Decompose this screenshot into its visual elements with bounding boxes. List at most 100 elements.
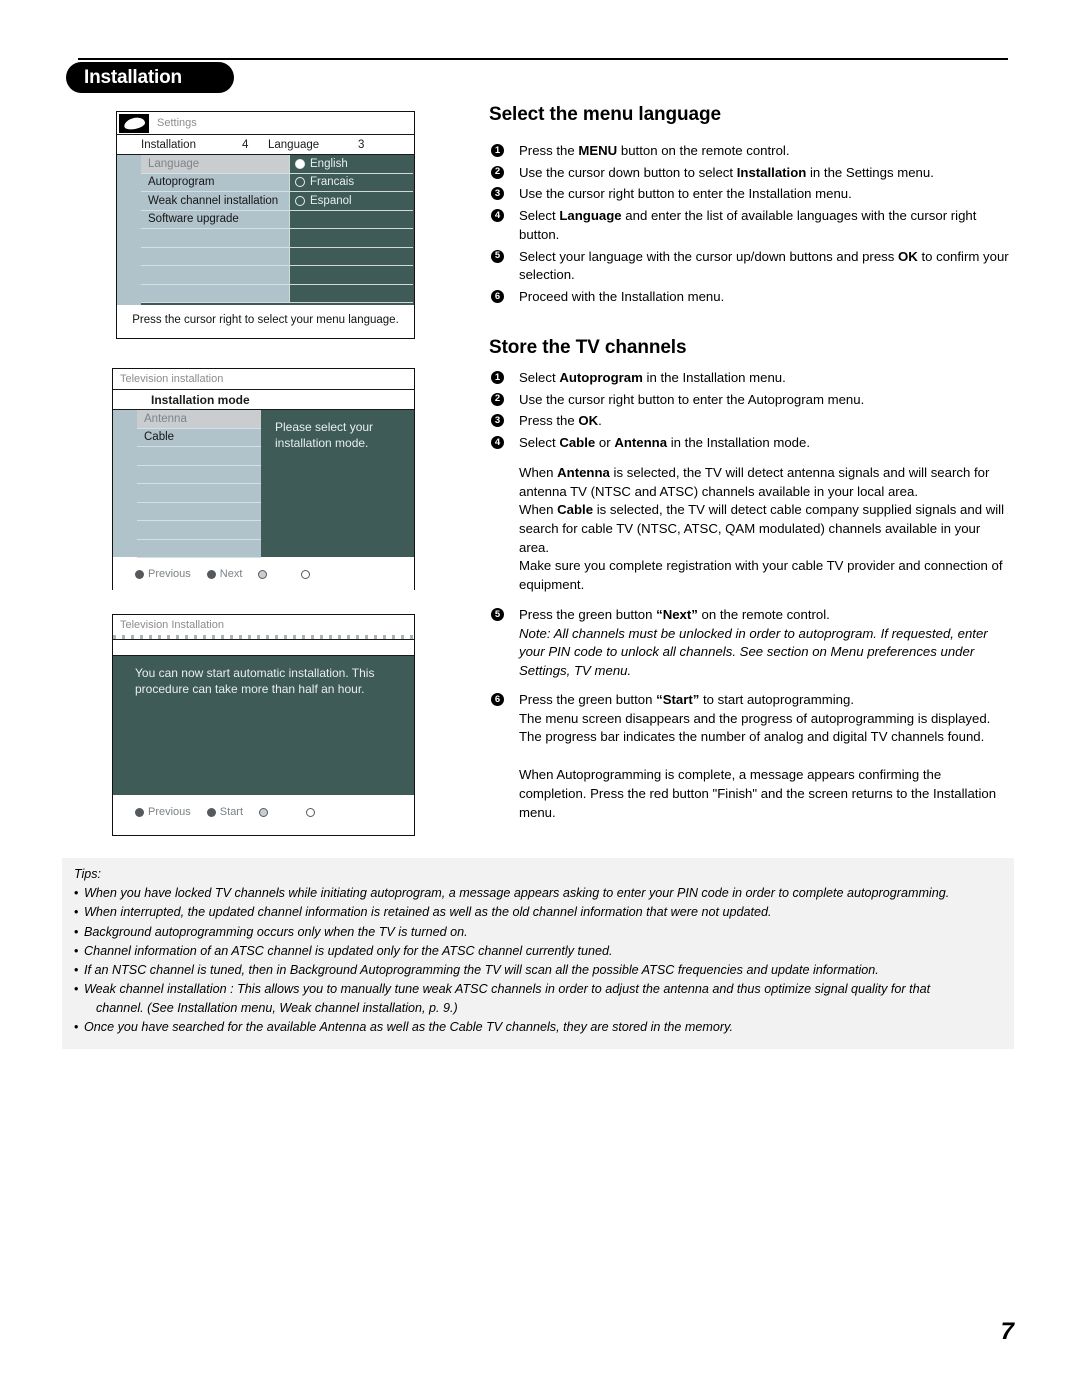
menu-item-empty — [137, 521, 261, 540]
menu-item-cable[interactable]: Cable — [137, 428, 261, 447]
option-row-empty — [289, 247, 413, 266]
option-row-empty — [289, 229, 413, 248]
tip-item-continuation: channel. (See Installation menu, Weak ch… — [96, 1000, 458, 1015]
menu-item-empty — [137, 447, 261, 466]
option-row-empty — [289, 210, 413, 229]
paragraph-complete: When Autoprogramming is complete, a mess… — [519, 767, 997, 820]
step-text: Select Language and enter the list of av… — [519, 208, 977, 242]
step-number-icon: 1 — [491, 370, 504, 384]
option-row-espanol[interactable]: Espanol — [289, 192, 413, 211]
menu-item-language[interactable]: Language — [141, 155, 289, 174]
step-number-icon: 5 — [491, 249, 504, 263]
color-dot-icon — [259, 807, 269, 817]
tip-item: Channel information of an ATSC channel i… — [74, 942, 1004, 961]
option-row-empty — [289, 266, 413, 285]
tv-side-strip — [113, 410, 137, 557]
tv-screenshot-installation-mode: Television installation Installation mod… — [112, 368, 415, 591]
step-number-icon: 3 — [491, 187, 504, 201]
section-title-bar: Installation mode — [113, 389, 414, 410]
tv-screenshot-start-installation: Television Installation You can now star… — [112, 614, 415, 836]
step-item: 5 Press the green button “Next” on the re… — [489, 606, 1009, 681]
menu-item-empty — [141, 266, 289, 285]
step-item: 1 Press the MENU button on the remote con… — [489, 142, 1009, 161]
step-number-icon: 2 — [491, 392, 504, 406]
radio-selected-icon — [295, 158, 305, 169]
step-item: 4 Select Language and enter the list of a… — [489, 207, 1009, 244]
breadcrumb-item-language: Language — [268, 138, 320, 151]
step-text: Proceed with the Installation menu. — [519, 289, 725, 305]
step-text: Press the MENU button on the remote cont… — [519, 143, 790, 158]
menu-item-empty — [141, 284, 289, 303]
philips-shield-icon — [119, 113, 149, 133]
tips-box: Tips: When you have locked TV channels w… — [62, 858, 1014, 1049]
footer-button-next-label: Next — [219, 568, 243, 580]
chapter-tab-label: Installation — [84, 66, 182, 88]
footer-button-next[interactable]: Next — [206, 568, 243, 580]
option-label-francais: Francais — [310, 176, 355, 189]
step-number-icon: 4 — [491, 436, 504, 450]
tv-footer-buttons: Previous Start — [113, 795, 414, 829]
footer-button-four[interactable] — [306, 807, 319, 817]
menu-item-empty — [137, 539, 261, 558]
paragraph-note: Note: All channels must be unlocked in o… — [519, 625, 988, 679]
step-text: Use the cursor right button to enter the… — [519, 186, 852, 202]
color-dot-icon — [306, 807, 316, 817]
installation-menu-list[interactable]: Language Autoprogram Weak channel instal… — [141, 155, 289, 305]
step-item: 2 Use the cursor right button to enter th… — [489, 391, 1009, 410]
breadcrumb-item-installation: Installation — [141, 138, 196, 151]
step-number-icon: 2 — [491, 165, 504, 179]
step-number-icon: 6 — [491, 692, 504, 706]
option-row-english[interactable]: English — [289, 155, 413, 174]
menu-item-autoprogram[interactable]: Autoprogram — [141, 173, 289, 192]
step-text: Select Autoprogram in the Installation m… — [519, 369, 786, 385]
option-row-francais[interactable]: Francais — [289, 173, 413, 192]
menu-item-empty — [137, 502, 261, 521]
footer-button-three[interactable] — [259, 807, 272, 817]
menu-item-empty — [137, 465, 261, 484]
option-label-english: English — [310, 157, 348, 170]
step-item: 3 Use the cursor right button to enter th… — [489, 185, 1009, 204]
step-item: 5 Select your language with the cursor up… — [489, 248, 1009, 285]
menu-item-empty — [137, 484, 261, 503]
header-rule — [78, 58, 1008, 60]
breadcrumb-count-language: 3 — [358, 138, 365, 151]
step-number-icon: 4 — [491, 209, 504, 223]
info-pane: Please select your installation mode. — [261, 410, 414, 557]
tip-item: Background autoprogramming occurs only w… — [74, 923, 1004, 942]
step-text: Press the green button “Next” on the rem… — [519, 606, 830, 622]
footer-button-start[interactable]: Start — [206, 806, 244, 818]
option-row-empty — [289, 284, 413, 303]
footer-button-three[interactable] — [258, 569, 271, 579]
installation-mode-list[interactable]: Antenna Cable — [137, 410, 261, 558]
section-title: Installation mode — [151, 392, 250, 407]
menu-item-empty — [141, 229, 289, 248]
tip-item: When interrupted, the updated channel in… — [74, 903, 1004, 922]
tip-item-text: Weak channel installation : This allows … — [84, 982, 931, 997]
menu-item-antenna[interactable]: Antenna — [137, 410, 261, 429]
step-item: 6 Press the green button “Start” to start… — [489, 691, 1009, 822]
step-item: 6 Proceed with the Installation menu. — [489, 288, 1009, 307]
step-number-icon: 1 — [491, 144, 504, 157]
footer-button-previous[interactable]: Previous — [135, 568, 191, 580]
tv-topbar: Television installation — [113, 369, 414, 389]
step-text: Use the cursor down button to select Ins… — [519, 164, 934, 180]
language-option-list[interactable]: English Francais Espanol — [289, 155, 414, 305]
footer-button-previous-label: Previous — [148, 568, 191, 580]
paragraph-registration: Make sure you complete registration with… — [519, 558, 1003, 593]
breadcrumb: Installation 4 Language 3 — [117, 134, 414, 155]
step-item: 3 Press the OK. — [489, 412, 1009, 431]
step-text: Use the cursor right button to enter the… — [519, 391, 865, 407]
menu-item-weak-channel-installation[interactable]: Weak channel installation — [141, 192, 289, 211]
step-text: Press the green button “Start” to start … — [519, 691, 854, 707]
footer-button-four[interactable] — [301, 569, 314, 579]
menu-item-empty — [141, 247, 289, 266]
tv-body: Antenna Cable Please select your install… — [113, 410, 414, 558]
footer-button-previous-label: Previous — [148, 806, 191, 818]
print-artifact-line — [113, 635, 414, 639]
step-item: 4 Select Cable or Antenna in the Installa… — [489, 434, 1009, 453]
menu-item-software-upgrade[interactable]: Software upgrade — [141, 210, 289, 229]
footer-button-previous[interactable]: Previous — [135, 806, 191, 818]
chapter-tab: Installation — [66, 62, 234, 93]
footer-button-start-label: Start — [219, 806, 244, 818]
tv-topbar: Television Installation — [113, 615, 414, 635]
